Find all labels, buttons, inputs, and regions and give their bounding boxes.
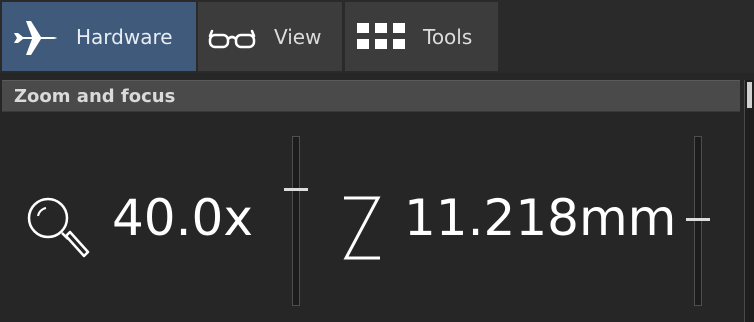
tab-bar: Hardware View Tools — [0, 0, 754, 73]
scrollbar-thumb[interactable] — [747, 82, 752, 108]
section-header-zoom-focus[interactable]: Zoom and focus — [2, 80, 740, 112]
grid-icon — [353, 22, 409, 51]
slider-track — [694, 136, 702, 306]
section-title: Zoom and focus — [14, 85, 176, 107]
tab-tools[interactable]: Tools — [345, 2, 498, 71]
tab-view[interactable]: View — [198, 2, 342, 71]
glasses-icon — [206, 23, 258, 51]
focus-value: 11.218mm — [404, 189, 677, 247]
zoom-focus-panel: 40.0x 11.218mm — [2, 114, 742, 322]
z-axis-icon — [338, 192, 386, 264]
app-window: Hardware View Tools Zoom and focus 40.0x… — [0, 0, 754, 322]
focus-slider[interactable] — [686, 136, 710, 306]
zoom-value: 40.0x — [112, 189, 253, 247]
zoom-slider[interactable] — [284, 136, 308, 306]
airplane-icon — [10, 17, 60, 57]
tab-label: Tools — [423, 24, 473, 49]
scrollbar[interactable] — [744, 80, 754, 322]
tab-hardware[interactable]: Hardware — [2, 2, 196, 71]
slider-handle[interactable] — [284, 188, 308, 191]
tab-label: View — [274, 24, 322, 49]
tab-label: Hardware — [76, 24, 173, 49]
slider-handle[interactable] — [686, 218, 710, 221]
slider-track — [292, 136, 300, 306]
magnifier-icon — [24, 192, 92, 264]
